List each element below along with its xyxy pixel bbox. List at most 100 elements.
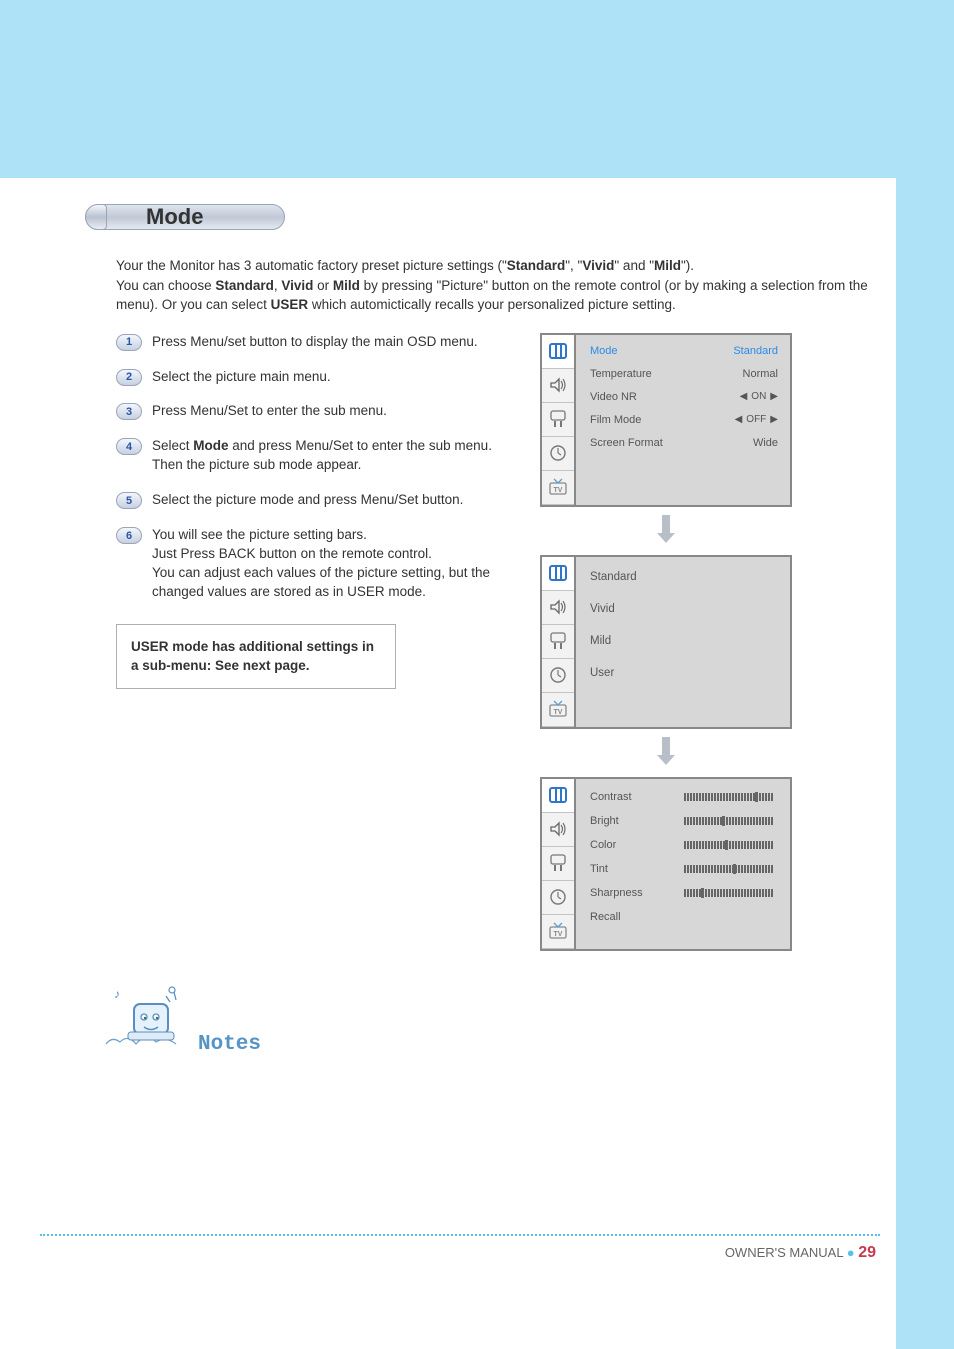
osd-panel-picture-main: TV Mode Standard Temperature Normal Video NR… xyxy=(540,333,792,507)
osd-label: Mode xyxy=(590,345,618,357)
osd-column: TV Mode Standard Temperature Normal Video NR… xyxy=(540,333,792,957)
osd-value: ◀OFF▶ xyxy=(735,414,778,425)
slider-track xyxy=(684,889,778,897)
osd-label: Video NR xyxy=(590,391,637,403)
osd-tab-time xyxy=(542,881,574,915)
intro-paragraph: Your the Monitor has 3 automatic factory… xyxy=(116,256,876,315)
osd-mode-item: Standard xyxy=(590,571,778,583)
page-content: Mode Your the Monitor has 3 automatic fa… xyxy=(0,178,896,957)
osd-label: Sharpness xyxy=(590,887,643,899)
osd-label: Tint xyxy=(590,863,608,875)
osd-tab-tv: TV xyxy=(542,471,574,505)
page-number: 29 xyxy=(858,1244,876,1261)
step-row: 3 Press Menu/Set to enter the sub menu. xyxy=(116,402,504,421)
osd-tab-install xyxy=(542,847,574,881)
osd-tab-sound xyxy=(542,591,574,625)
svg-text:TV: TV xyxy=(554,709,563,716)
step-number: 2 xyxy=(116,369,142,386)
osd-label: Recall xyxy=(590,911,621,923)
osd-body: Standard Vivid Mild User xyxy=(574,555,792,729)
footer-divider xyxy=(40,1234,880,1236)
osd-mode-item: Mild xyxy=(590,635,778,647)
step-text: Select Mode and press Menu/Set to enter … xyxy=(152,437,504,475)
slider-track xyxy=(684,841,778,849)
step-number: 3 xyxy=(116,403,142,420)
osd-value: Normal xyxy=(743,368,778,380)
osd-tab-sound xyxy=(542,369,574,403)
step-text: Press Menu/Set to enter the sub menu. xyxy=(152,402,387,421)
osd-slider-row: Contrast xyxy=(590,791,778,803)
notes-label: Notes xyxy=(198,1033,261,1056)
osd-sidebar: TV xyxy=(540,333,574,507)
down-arrow-icon xyxy=(540,737,792,767)
step-number: 1 xyxy=(116,334,142,351)
osd-body: Contrast Bright Color Tint Sharpness Recall xyxy=(574,777,792,951)
step-text: Select the picture mode and press Menu/S… xyxy=(152,491,463,510)
page-footer: OWNER'S MANUAL ● 29 xyxy=(725,1244,876,1262)
slider-track xyxy=(684,793,778,801)
note-box: USER mode has additional settings in a s… xyxy=(116,624,396,689)
footer-label: OWNER'S MANUAL xyxy=(725,1245,843,1260)
step-row: 6 You will see the picture setting bars.J… xyxy=(116,526,504,602)
right-band xyxy=(896,0,954,1349)
osd-value: Wide xyxy=(753,437,778,449)
osd-panel-sliders: TV Contrast Bright Color Tint Sharpness Recal… xyxy=(540,777,792,951)
osd-slider-row: Bright xyxy=(590,815,778,827)
osd-mode-item: Vivid xyxy=(590,603,778,615)
notes-cartoon-icon: ♪ xyxy=(104,984,194,1056)
section-heading: Mode xyxy=(85,204,285,230)
slider-thumb xyxy=(725,840,728,850)
osd-panel-mode-list: TV Standard Vivid Mild User xyxy=(540,555,792,729)
slider-thumb xyxy=(755,792,758,802)
svg-text:TV: TV xyxy=(554,487,563,494)
slider-track xyxy=(684,865,778,873)
osd-sidebar: TV xyxy=(540,777,574,951)
osd-label: Bright xyxy=(590,815,619,827)
osd-tab-time xyxy=(542,659,574,693)
osd-row: Screen Format Wide xyxy=(590,437,778,449)
osd-slider-row: Color xyxy=(590,839,778,851)
osd-value: Standard xyxy=(733,345,778,357)
pill-cap-icon xyxy=(85,204,107,230)
osd-sidebar: TV xyxy=(540,555,574,729)
osd-tab-tv: TV xyxy=(542,693,574,727)
slider-thumb xyxy=(722,816,725,826)
svg-text:♪: ♪ xyxy=(114,987,120,1001)
osd-label: Temperature xyxy=(590,368,652,380)
osd-value: ◀ON▶ xyxy=(740,391,778,402)
step-text: Select the picture main menu. xyxy=(152,368,331,387)
osd-tab-install xyxy=(542,625,574,659)
osd-tab-picture xyxy=(542,335,574,369)
step-row: 5 Select the picture mode and press Menu/… xyxy=(116,491,504,510)
step-number: 6 xyxy=(116,527,142,544)
osd-body: Mode Standard Temperature Normal Video NR ◀ON… xyxy=(574,333,792,507)
osd-row: Film Mode ◀OFF▶ xyxy=(590,414,778,426)
step-row: 1Press Menu/set button to display the ma… xyxy=(116,333,504,352)
notes-heading: ♪ Notes xyxy=(104,984,261,1056)
osd-label: Color xyxy=(590,839,616,851)
step-text: You will see the picture setting bars.Ju… xyxy=(152,526,504,602)
down-arrow-icon xyxy=(540,515,792,545)
osd-row: Video NR ◀ON▶ xyxy=(590,391,778,403)
step-number: 5 xyxy=(116,492,142,509)
step-row: 4 Select Mode and press Menu/Set to enter… xyxy=(116,437,504,475)
osd-label: Screen Format xyxy=(590,437,663,449)
step-number: 4 xyxy=(116,438,142,455)
osd-tab-picture xyxy=(542,779,574,813)
section-title: Mode xyxy=(146,204,203,230)
osd-slider-row: Sharpness xyxy=(590,887,778,899)
osd-slider-row: Tint xyxy=(590,863,778,875)
osd-label: Contrast xyxy=(590,791,632,803)
osd-label: Film Mode xyxy=(590,414,641,426)
steps-column: 1Press Menu/set button to display the ma… xyxy=(116,333,504,957)
osd-slider-row: Recall xyxy=(590,911,778,923)
osd-tab-sound xyxy=(542,813,574,847)
osd-mode-item: User xyxy=(590,667,778,679)
step-row: 2 Select the picture main menu. xyxy=(116,368,504,387)
slider-thumb xyxy=(701,888,704,898)
svg-text:TV: TV xyxy=(554,931,563,938)
slider-thumb xyxy=(733,864,736,874)
osd-row: Mode Standard xyxy=(590,345,778,357)
header-band xyxy=(0,0,954,178)
osd-tab-install xyxy=(542,403,574,437)
